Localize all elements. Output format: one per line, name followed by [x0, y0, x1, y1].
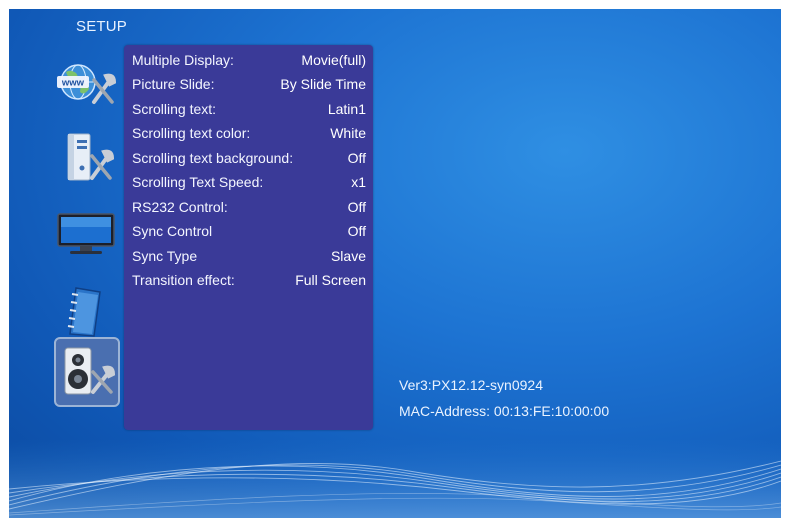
menu-item-rs232-control[interactable]: RS232 Control: Off [132, 196, 366, 218]
menu-item-sync-type[interactable]: Sync Type Slave [132, 245, 366, 267]
menu-item-scrolling-text[interactable]: Scrolling text: Latin1 [132, 98, 366, 120]
menu-item-value: Off [347, 199, 366, 215]
menu-item-label: Scrolling Text Speed: [132, 174, 264, 190]
menu-item-transition-effect[interactable]: Transition effect: Full Screen [132, 269, 366, 291]
menu-item-label: Picture Slide: [132, 76, 215, 92]
menu-item-value: White [330, 125, 366, 141]
menu-item-value: Off [347, 150, 366, 166]
menu-item-label: Multiple Display: [132, 52, 234, 68]
network-settings-icon[interactable]: www [53, 51, 119, 113]
menu-item-sync-control[interactable]: Sync Control Off [132, 220, 366, 242]
decorative-waves [9, 439, 781, 518]
menu-item-label: Scrolling text background: [132, 150, 294, 166]
menu-item-value: Off [347, 223, 366, 239]
menu-item-scrolling-text-background[interactable]: Scrolling text background: Off [132, 147, 366, 169]
menu-item-multiple-display[interactable]: Multiple Display: Movie(full) [132, 49, 366, 71]
setup-screen: SETUP www Multiple Display: Movie(full) … [9, 9, 781, 518]
menu-item-value: Latin1 [327, 101, 366, 117]
audio-settings-icon[interactable] [54, 337, 120, 407]
page-title: SETUP [76, 18, 128, 35]
menu-item-label: Sync Control [132, 223, 213, 239]
menu-item-label: Scrolling text: [132, 101, 217, 117]
firmware-version: Ver3:PX12.12-syn0924 [399, 377, 543, 393]
menu-item-value: Full Screen [295, 272, 366, 288]
menu-item-value: x1 [351, 174, 366, 190]
settings-menu-panel: Multiple Display: Movie(full) Picture Sl… [124, 45, 373, 430]
menu-item-label: Transition effect: [132, 272, 235, 288]
menu-item-scrolling-text-speed[interactable]: Scrolling Text Speed: x1 [132, 171, 366, 193]
menu-item-value: By Slide Time [280, 76, 366, 92]
menu-item-label: Scrolling text color: [132, 125, 251, 141]
www-badge-text: www [61, 78, 85, 89]
notebook-settings-icon[interactable] [53, 279, 119, 341]
menu-item-scrolling-text-color[interactable]: Scrolling text color: White [132, 122, 366, 144]
mac-address: MAC-Address: 00:13:FE:10:00:00 [399, 403, 610, 419]
menu-item-label: RS232 Control: [132, 199, 228, 215]
menu-item-picture-slide[interactable]: Picture Slide: By Slide Time [132, 73, 366, 95]
menu-item-value: Movie(full) [301, 52, 366, 68]
menu-item-label: Sync Type [132, 248, 198, 264]
display-settings-icon[interactable] [53, 203, 119, 265]
menu-item-value: Slave [330, 248, 366, 264]
pc-settings-icon[interactable] [53, 127, 119, 189]
